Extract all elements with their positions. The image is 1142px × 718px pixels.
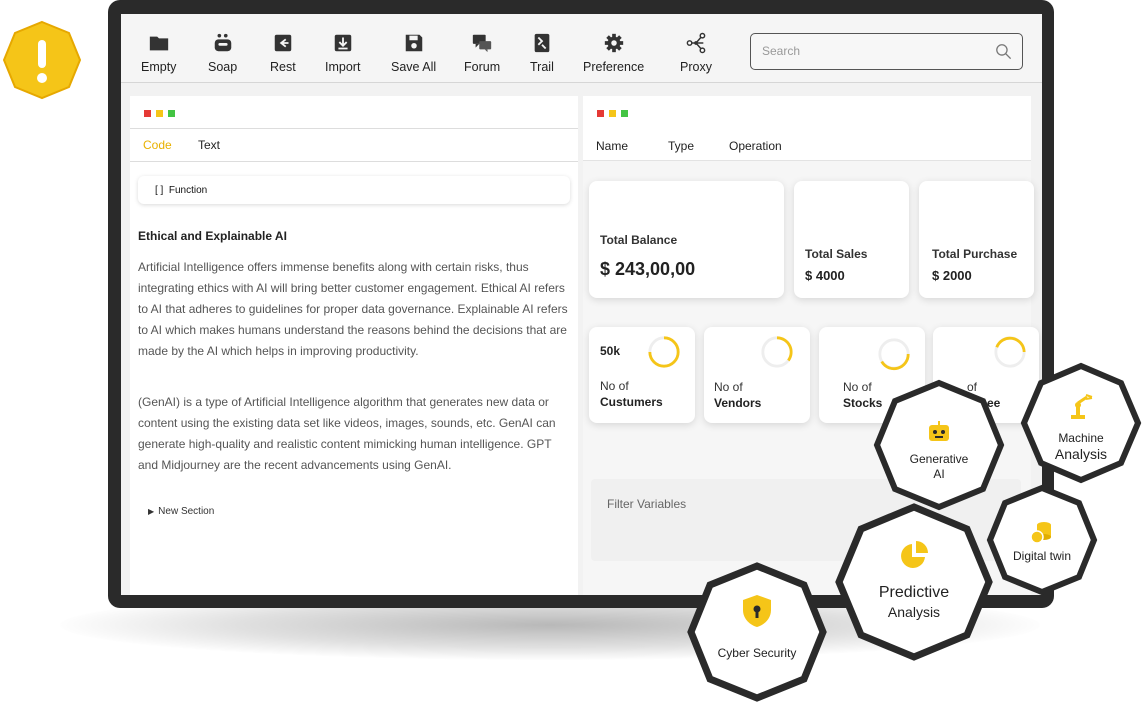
toolbar: Empty Soap Rest Import Save All Forum Tr… — [121, 14, 1042, 83]
soap-button[interactable]: Soap — [208, 32, 237, 74]
search-input[interactable]: Search — [750, 33, 1023, 70]
search-placeholder: Search — [762, 44, 801, 58]
window-controls — [144, 110, 175, 117]
editor-tabs: Code Text — [130, 128, 578, 162]
column-name[interactable]: Name — [596, 139, 628, 153]
import-icon — [334, 34, 351, 52]
cyber-security-label: Cyber Security — [717, 646, 797, 660]
forum-label: Forum — [464, 60, 501, 74]
trail-button[interactable]: Trail — [530, 32, 554, 74]
column-operation[interactable]: Operation — [729, 139, 782, 153]
stat-card-vendors[interactable]: No of Vendors — [704, 327, 810, 423]
dashboard-header: Name Type Operation — [583, 96, 1031, 161]
new-section-toggle[interactable]: ▶ New Section — [148, 506, 214, 517]
editor-panel: Code Text [ ] Function Ethical and Expla… — [130, 96, 578, 595]
progress-ring-icon — [648, 336, 680, 368]
customers-value: 50k — [600, 344, 621, 358]
save-all-label: Save All — [391, 60, 437, 74]
forum-icon — [472, 34, 492, 53]
rest-button[interactable]: Rest — [270, 32, 296, 74]
minimize-dot[interactable] — [609, 110, 616, 117]
share-icon — [686, 32, 706, 54]
stocks-label-1: No of — [843, 380, 872, 394]
vendors-label-2: Vendors — [714, 396, 762, 410]
section-heading: Ethical and Explainable AI — [138, 229, 287, 243]
window-controls — [597, 110, 628, 117]
customers-label-2: Custumers — [600, 395, 663, 409]
proxy-button[interactable]: Proxy — [680, 32, 712, 74]
total-sales-card[interactable]: Total Sales $ 4000 — [794, 181, 909, 298]
badge-digital-twin[interactable]: Digital twin — [986, 484, 1098, 596]
preference-button[interactable]: Preference — [583, 32, 644, 74]
balance-title: Total Balance — [600, 233, 678, 247]
badge-machine-analysis[interactable]: Machine Analysis — [1020, 362, 1142, 484]
rest-icon — [274, 34, 292, 52]
robotic-arm-icon — [1071, 394, 1093, 419]
rest-label: Rest — [270, 60, 296, 74]
warning-icon — [2, 20, 82, 100]
digital-twin-label: Digital twin — [1012, 549, 1072, 563]
caret-right-icon: ▶ — [148, 507, 155, 516]
machine-analysis-label: Machine Analysis — [1054, 431, 1108, 463]
progress-ring-icon — [878, 338, 910, 371]
robot-icon — [214, 33, 231, 52]
sales-title: Total Sales — [805, 247, 868, 261]
gear-icon — [604, 33, 623, 53]
search-icon[interactable] — [994, 42, 1013, 61]
save-all-button[interactable]: Save All — [391, 32, 436, 74]
shield-lock-icon — [743, 595, 771, 627]
purchase-value: $ 2000 — [932, 268, 972, 283]
minimize-dot[interactable] — [156, 110, 163, 117]
empty-label: Empty — [141, 60, 177, 74]
function-label: [ ] Function — [155, 185, 208, 196]
paragraph-genai: (GenAI) is a type of Artificial Intellig… — [138, 395, 556, 472]
octagon-shape — [835, 503, 993, 661]
vendors-label-1: No of — [714, 380, 743, 394]
maximize-dot[interactable] — [168, 110, 175, 117]
generative-ai-label: Generative AI — [909, 452, 969, 481]
badge-predictive-analysis[interactable]: Predictive Analysis — [835, 503, 993, 661]
function-block[interactable]: [ ] Function — [138, 176, 570, 204]
preference-label: Preference — [583, 60, 645, 74]
progress-ring-icon — [761, 336, 793, 368]
predictive-analysis-label: Predictive Analysis — [878, 584, 950, 620]
forum-button[interactable]: Forum — [464, 32, 500, 74]
trail-icon — [534, 33, 550, 53]
octagon-shape — [687, 562, 827, 702]
purchase-title: Total Purchase — [932, 247, 1018, 261]
octagon-shape — [873, 379, 1005, 511]
soap-label: Soap — [208, 60, 238, 74]
close-dot[interactable] — [597, 110, 604, 117]
sales-value: $ 4000 — [805, 268, 845, 283]
maximize-dot[interactable] — [621, 110, 628, 117]
folder-icon — [149, 36, 168, 51]
octagon-shape — [1020, 362, 1142, 484]
coins-icon — [1030, 522, 1051, 544]
robot-head-icon — [929, 421, 949, 441]
total-purchase-card[interactable]: Total Purchase $ 2000 — [919, 181, 1034, 298]
tab-code[interactable]: Code — [143, 138, 172, 152]
save-icon — [405, 34, 422, 52]
balance-value: $ 243,00,00 — [600, 259, 696, 279]
import-label: Import — [325, 60, 361, 74]
import-button[interactable]: Import — [325, 32, 360, 74]
total-balance-card[interactable]: Total Balance $ 243,00,00 — [589, 181, 784, 298]
close-dot[interactable] — [144, 110, 151, 117]
new-section-label: New Section — [158, 506, 215, 517]
tab-text[interactable]: Text — [198, 138, 220, 152]
column-type[interactable]: Type — [668, 139, 694, 153]
badge-generative-ai[interactable]: Generative AI — [873, 379, 1005, 511]
empty-button[interactable]: Empty — [141, 32, 176, 74]
paragraph-ethics: Artificial Intelligence offers immense b… — [138, 260, 568, 358]
badge-cyber-security[interactable]: Cyber Security — [687, 562, 827, 702]
pie-chart-icon — [901, 541, 928, 568]
proxy-label: Proxy — [680, 60, 712, 74]
customers-label-1: No of — [600, 379, 629, 393]
stat-card-customers[interactable]: 50k No of Custumers — [589, 327, 695, 423]
trail-label: Trail — [530, 60, 554, 74]
filter-label: Filter Variables — [607, 497, 687, 511]
